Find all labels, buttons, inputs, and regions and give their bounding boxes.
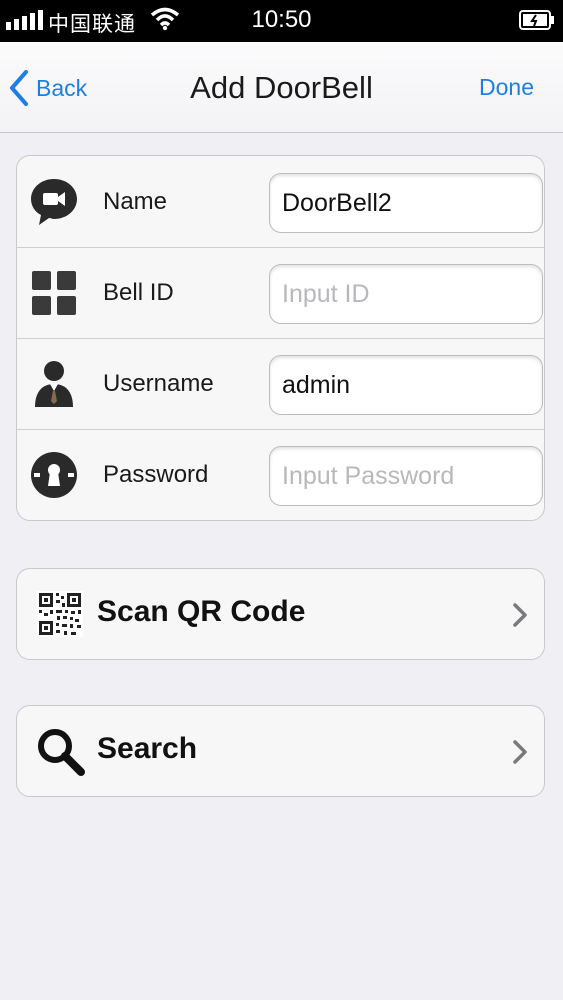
- search-label: Search: [97, 732, 198, 765]
- name-label: Name: [103, 188, 168, 215]
- password-row: Password: [17, 429, 544, 520]
- username-field[interactable]: [269, 355, 543, 415]
- search-button[interactable]: Search: [16, 705, 545, 797]
- username-label: Username: [103, 370, 214, 397]
- scan-qr-code-label: Scan QR Code: [97, 595, 306, 628]
- chat-bubble-camera-icon: [31, 179, 77, 225]
- bell-id-row: Bell ID: [17, 247, 544, 339]
- chevron-right-icon: [513, 603, 527, 627]
- search-icon: [38, 729, 85, 776]
- keyhole-icon: [31, 452, 77, 498]
- scan-qr-code-button[interactable]: Scan QR Code: [16, 568, 545, 660]
- battery-charging-icon: [519, 10, 554, 30]
- bell-id-field[interactable]: [269, 264, 543, 324]
- user-icon: [35, 361, 73, 407]
- username-row: Username: [17, 338, 544, 430]
- bell-id-label: Bell ID: [103, 279, 174, 306]
- qr-code-icon: [37, 591, 83, 637]
- name-field[interactable]: [269, 173, 543, 233]
- password-label: Password: [103, 461, 209, 488]
- done-button[interactable]: Done: [479, 74, 534, 101]
- status-time: 10:50: [251, 6, 312, 33]
- name-row: Name: [17, 156, 544, 248]
- navigation-bar: Back Add DoorBell Done: [0, 42, 563, 133]
- password-field[interactable]: [269, 446, 543, 506]
- chevron-right-icon: [513, 740, 527, 764]
- grid-icon: [32, 271, 76, 315]
- status-bar: 中国联通 10:50: [0, 0, 563, 42]
- doorbell-form: Name Bell ID Username Password: [16, 155, 545, 521]
